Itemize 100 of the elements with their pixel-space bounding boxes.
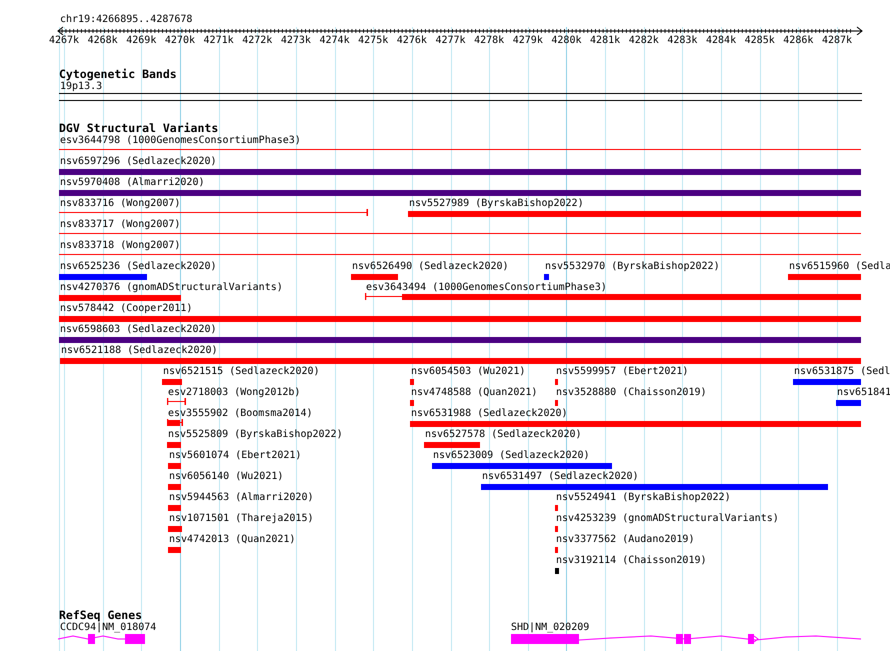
gene-label: SHD|NM_020209 — [511, 622, 590, 634]
variant-bar[interactable] — [555, 505, 558, 511]
variant-label: nsv6526490 (Sedlazeck2020) — [352, 261, 509, 273]
variant-label: nsv6531875 (Sedl — [794, 366, 890, 378]
tick-label: 4284k — [706, 35, 736, 47]
variant-bar[interactable] — [555, 547, 558, 553]
variant-label: nsv6521515 (Sedlazeck2020) — [163, 366, 320, 378]
tick-label: 4282k — [628, 35, 659, 47]
variant-label: esv3555902 (Boomsma2014) — [168, 408, 312, 420]
variant-bar[interactable] — [59, 337, 861, 343]
variant-bar[interactable] — [59, 169, 861, 175]
variant-label: nsv5970408 (Almarri2020) — [60, 177, 204, 189]
variant-label: nsv6597296 (Sedlazeck2020) — [60, 156, 217, 168]
variant-label: nsv833717 (Wong2007) — [60, 219, 180, 231]
variant-bar[interactable] — [555, 526, 558, 532]
variant-label: nsv3377562 (Audano2019) — [556, 534, 694, 546]
variant-label: nsv5525809 (ByrskaBishop2022) — [168, 429, 343, 441]
variant-bar[interactable] — [351, 274, 398, 280]
tick-label: 4270k — [164, 35, 195, 47]
variant-bar[interactable] — [793, 379, 861, 385]
variant-label: nsv1071501 (Thareja2015) — [169, 513, 314, 525]
variant-bar[interactable] — [168, 526, 182, 532]
variant-label: nsv5599957 (Ebert2021) — [556, 366, 688, 378]
variant-bar[interactable] — [59, 295, 181, 301]
tick-label: 4287k — [822, 35, 852, 47]
variant-whisker[interactable] — [167, 419, 183, 429]
variant-label: nsv4742013 (Quan2021) — [169, 534, 296, 546]
variant-label: nsv6054503 (Wu2021) — [411, 366, 526, 378]
variant-bar[interactable] — [168, 505, 181, 511]
variant-bar[interactable] — [408, 211, 861, 217]
variant-label: nsv4748588 (Quan2021) — [411, 387, 538, 399]
tick-label: 4278k — [474, 35, 504, 47]
variant-bar[interactable] — [162, 379, 182, 385]
variant-bar[interactable] — [410, 379, 414, 385]
variant-label: nsv6531988 (Sedlazeck2020) — [411, 408, 568, 420]
variant-bar[interactable] — [168, 547, 181, 553]
track-title: Cytogenetic Bands — [59, 68, 177, 81]
variant-label: esv3644798 (1000GenomesConsortiumPhase3) — [60, 135, 301, 147]
tick-label: 4286k — [783, 35, 814, 47]
tick-label: 4267k — [48, 35, 80, 47]
tick-label: 4280k — [551, 35, 582, 47]
variant-bar[interactable] — [555, 400, 558, 406]
variant-label: esv2718003 (Wong2012b) — [168, 387, 300, 399]
tick-label: 4281k — [590, 35, 620, 47]
gene-label: CCDC94|NM_018074 — [60, 622, 156, 634]
variant-label: nsv833718 (Wong2007) — [60, 240, 180, 252]
variant-bar[interactable] — [836, 400, 861, 406]
tick-label: 4273k — [280, 35, 311, 47]
variant-bar[interactable] — [168, 463, 181, 469]
variant-bar[interactable] — [424, 442, 480, 448]
tick-label: 4268k — [88, 35, 118, 47]
variant-label: nsv6056140 (Wu2021) — [169, 471, 284, 483]
variant-bar[interactable] — [410, 421, 861, 427]
variant-bar[interactable] — [481, 484, 828, 490]
variant-label: nsv5601074 (Ebert2021) — [169, 450, 302, 462]
variant-line[interactable] — [59, 254, 861, 255]
variant-label: nsv6531497 (Sedlazeck2020) — [482, 471, 639, 483]
variant-bar[interactable] — [432, 463, 612, 469]
tick-label: 4283k — [667, 35, 698, 47]
tick-label: 4277k — [435, 35, 466, 47]
gene-model-drawing[interactable] — [511, 634, 862, 644]
variant-label: nsv6598603 (Sedlazeck2020) — [60, 324, 217, 336]
variant-bar[interactable] — [168, 484, 181, 490]
tick-label: 4272k — [242, 35, 272, 47]
variant-label: nsv5527989 (ByrskaBishop2022) — [409, 198, 584, 210]
variant-whisker[interactable] — [59, 209, 368, 219]
tick-label: 4279k — [512, 35, 543, 47]
tick-label: 4276k — [396, 35, 427, 47]
variant-label: nsv3528880 (Chaisson2019) — [556, 387, 707, 399]
variant-bar[interactable] — [788, 274, 861, 280]
variant-bar[interactable] — [555, 379, 558, 385]
variant-bar[interactable] — [60, 358, 861, 364]
variant-label: nsv4253239 (gnomADStructuralVariants) — [556, 513, 779, 525]
variant-label: nsv3192114 (Chaisson2019) — [556, 555, 707, 567]
variant-label: nsv6527578 (Sedlazeck2020) — [425, 429, 582, 441]
variant-bar[interactable] — [59, 190, 861, 196]
tick-label: 4269k — [126, 35, 156, 47]
variant-label: nsv833716 (Wong2007) — [60, 198, 180, 210]
variant-bar[interactable] — [555, 568, 559, 574]
tick-label: 4275k — [358, 35, 388, 47]
gene-model-drawing[interactable] — [58, 634, 146, 644]
tick-label: 4271k — [204, 35, 234, 47]
track-title: DGV Structural Variants — [59, 122, 218, 135]
variant-label: nsv6523009 (Sedlazeck2020) — [433, 450, 590, 462]
tick-label: 4274k — [320, 35, 350, 47]
variant-bar[interactable] — [59, 274, 147, 280]
variant-line[interactable] — [59, 233, 861, 234]
variant-label: nsv6525236 (Sedlazeck2020) — [60, 261, 217, 273]
variant-whisker[interactable] — [167, 398, 186, 408]
variant-bar[interactable] — [410, 400, 414, 406]
variant-line[interactable] — [59, 149, 861, 150]
track-title: RefSeq Genes — [59, 609, 142, 622]
variant-label: nsv4270376 (gnomADStructuralVariants) — [60, 282, 283, 294]
variant-label: nsv5944563 (Almarri2020) — [169, 492, 314, 504]
variant-bar[interactable] — [59, 316, 861, 322]
variant-bar[interactable] — [167, 442, 181, 448]
tick-label: 4285k — [744, 35, 775, 47]
band-label: 19p13.3 — [60, 81, 102, 93]
variant-bar[interactable] — [544, 274, 549, 280]
variant-whisker[interactable] — [365, 293, 861, 303]
